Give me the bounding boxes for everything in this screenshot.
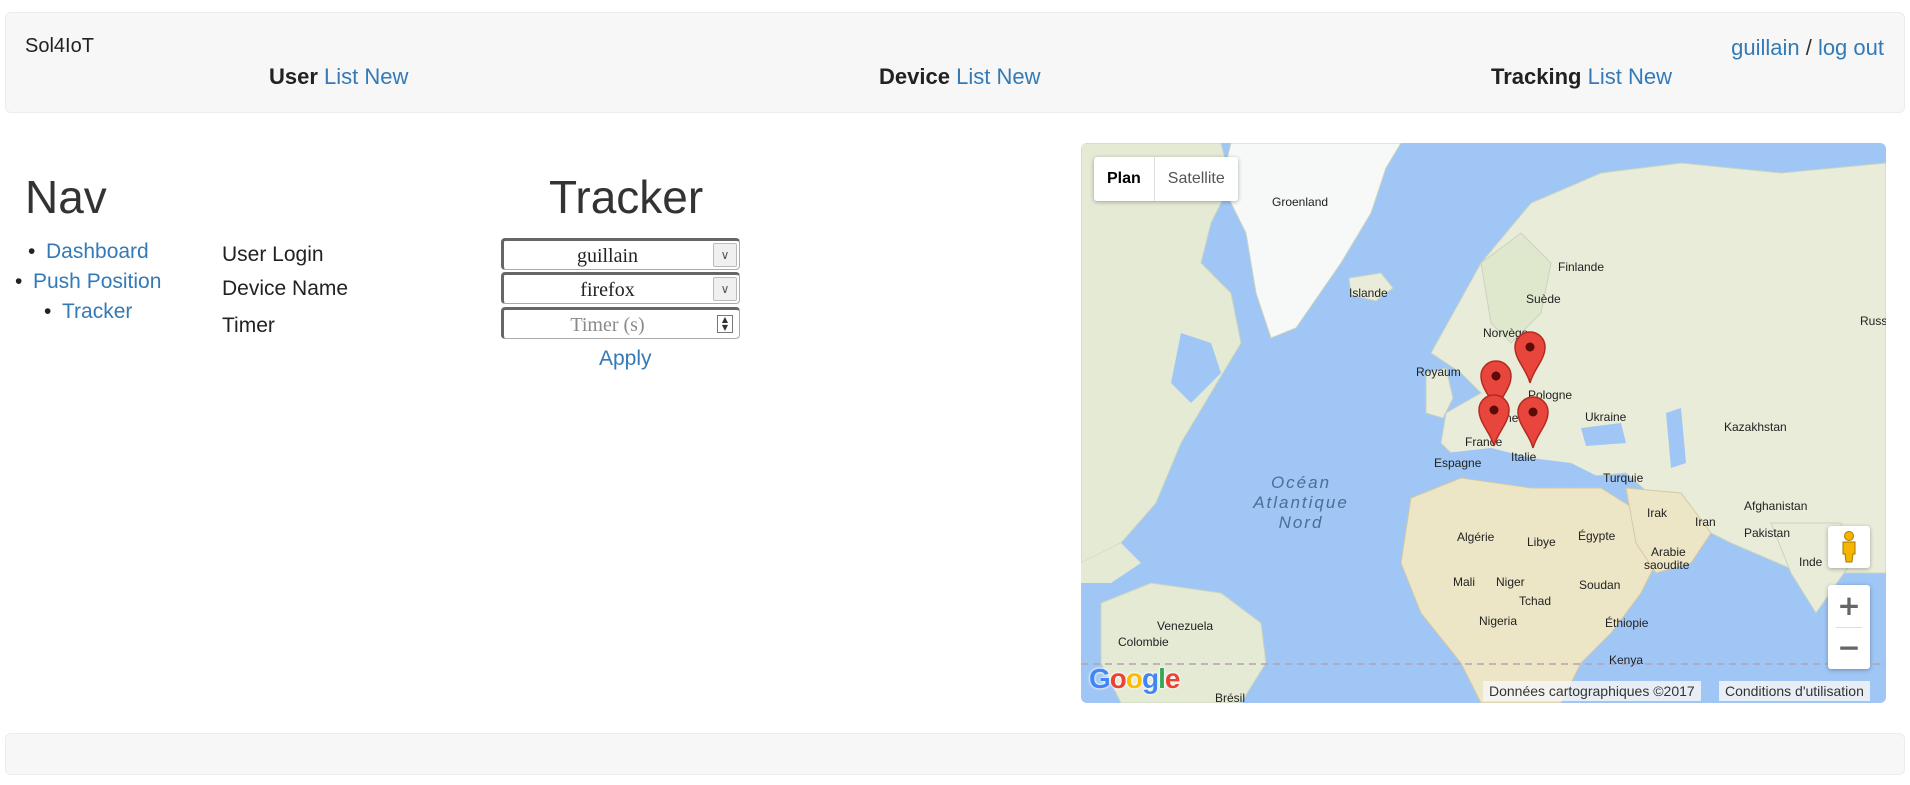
map-label-kenya: Kenya bbox=[1609, 653, 1644, 667]
map-label-russ: Russ bbox=[1860, 314, 1886, 328]
nav-link-dashboard[interactable]: Dashboard bbox=[46, 240, 149, 263]
tracker-heading: Tracker bbox=[549, 171, 704, 223]
chevron-down-icon[interactable]: ∨ bbox=[713, 277, 737, 301]
map-label-saoudite: saoudite bbox=[1644, 558, 1690, 572]
zoom-in-button[interactable]: + bbox=[1828, 585, 1870, 627]
map-label-ocean-1: Océan bbox=[1270, 473, 1332, 492]
map-marker-icon[interactable] bbox=[1516, 395, 1550, 449]
user-login-label: User Login bbox=[222, 243, 324, 266]
logo-letter: o bbox=[1125, 663, 1143, 694]
nav-group-device-title: Device bbox=[879, 64, 950, 89]
map-marker-icon[interactable] bbox=[1513, 330, 1547, 384]
map-label-bresil: Brésil bbox=[1215, 691, 1246, 703]
map-label-soudan: Soudan bbox=[1579, 578, 1621, 592]
logo-letter: g bbox=[1142, 663, 1159, 694]
apply-button[interactable]: Apply bbox=[599, 347, 652, 371]
map-label-italie: Italie bbox=[1511, 450, 1537, 464]
nav-item-push-position: Push Position bbox=[15, 270, 161, 294]
timer-label: Timer bbox=[222, 314, 275, 337]
map-label-libye: Libye bbox=[1527, 535, 1556, 549]
nav-heading: Nav bbox=[25, 171, 107, 223]
device-name-value: firefox bbox=[580, 279, 635, 301]
timer-input[interactable]: Timer (s) ▲ ▼ bbox=[501, 307, 740, 339]
nav-group-tracking-title: Tracking bbox=[1491, 64, 1582, 89]
username-link[interactable]: guillain bbox=[1731, 35, 1800, 60]
nav-group-user-title: User bbox=[269, 64, 318, 89]
user-login-value: guillain bbox=[576, 245, 639, 267]
zoom-out-button[interactable]: − bbox=[1828, 627, 1870, 669]
map-label-nigeria: Nigeria bbox=[1479, 614, 1518, 628]
map-label-pakistan: Pakistan bbox=[1744, 526, 1791, 540]
tracking-list-link[interactable]: List bbox=[1588, 64, 1622, 89]
tracking-new-link[interactable]: New bbox=[1628, 64, 1672, 89]
map-label-venezuela: Venezuela bbox=[1157, 619, 1214, 633]
map-attribution: Données cartographiques ©2017 bbox=[1483, 681, 1701, 701]
zoom-control: + − bbox=[1828, 585, 1870, 669]
map-label-mali: Mali bbox=[1453, 575, 1476, 589]
nav-item-tracker: Tracker bbox=[44, 300, 133, 324]
map-label-inde: Inde bbox=[1799, 555, 1823, 569]
logout-link[interactable]: log out bbox=[1818, 35, 1884, 60]
user-login-select[interactable]: guillain ∨ bbox=[501, 238, 740, 270]
logo-letter: e bbox=[1164, 663, 1181, 694]
map-terms-link[interactable]: Conditions d'utilisation bbox=[1719, 681, 1870, 701]
device-name-select[interactable]: firefox ∨ bbox=[501, 272, 740, 304]
user-separator: / bbox=[1799, 35, 1818, 60]
map-type-plan-button[interactable]: Plan bbox=[1094, 157, 1155, 201]
user-new-link[interactable]: New bbox=[364, 64, 408, 89]
map-label-ukraine: Ukraine bbox=[1585, 410, 1627, 424]
map-label-royaume: Royaum bbox=[1416, 365, 1461, 379]
google-logo: Google bbox=[1089, 663, 1181, 695]
map-label-tchad: Tchad bbox=[1519, 594, 1552, 608]
device-list-link[interactable]: List bbox=[956, 64, 990, 89]
map-label-ocean-3: Nord bbox=[1278, 513, 1324, 532]
map-label-niger: Niger bbox=[1496, 575, 1525, 589]
map-label-suede: Suède bbox=[1526, 292, 1561, 306]
map-label-algerie: Algérie bbox=[1457, 530, 1495, 544]
map-label-finlande: Finlande bbox=[1558, 260, 1605, 274]
map-label-espagne: Espagne bbox=[1434, 456, 1482, 470]
chevron-down-icon[interactable]: ∨ bbox=[713, 243, 737, 267]
map-type-control: Plan Satellite bbox=[1094, 157, 1238, 201]
map-label-kazakhstan: Kazakhstan bbox=[1724, 420, 1787, 434]
logo-letter: G bbox=[1089, 663, 1111, 694]
brand-label: Sol4IoT bbox=[25, 35, 94, 57]
nav-link-push-position[interactable]: Push Position bbox=[33, 270, 161, 293]
map-label-arabie: Arabie bbox=[1651, 545, 1686, 559]
map-label-groenland: Groenland bbox=[1272, 195, 1329, 209]
map-marker-icon[interactable] bbox=[1477, 393, 1511, 447]
nav-group-device: Device List New bbox=[879, 64, 1040, 90]
device-name-label: Device Name bbox=[222, 277, 349, 300]
user-area: guillain / log out bbox=[1731, 35, 1884, 61]
map-label-ocean-2: Atlantique bbox=[1253, 493, 1349, 512]
map-label-turquie: Turquie bbox=[1603, 471, 1644, 485]
map-label-ocean: Océan Atlantique Nord bbox=[1241, 473, 1361, 533]
map-view[interactable]: Groenland Islande Finlande Suède Norvège… bbox=[1081, 143, 1886, 703]
timer-placeholder: Timer (s) bbox=[570, 314, 645, 336]
street-view-pegman-icon[interactable] bbox=[1828, 526, 1870, 568]
map-label-ethiopie: Éthiopie bbox=[1605, 616, 1649, 630]
nav-item-dashboard: Dashboard bbox=[28, 240, 149, 264]
device-new-link[interactable]: New bbox=[996, 64, 1040, 89]
nav-group-tracking: Tracking List New bbox=[1491, 64, 1672, 90]
zoom-divider bbox=[1836, 627, 1862, 628]
map-type-satellite-button[interactable]: Satellite bbox=[1155, 157, 1238, 201]
map-label-irak: Irak bbox=[1647, 506, 1668, 520]
spinner-arrows-icon[interactable]: ▲ ▼ bbox=[717, 315, 733, 333]
map-label-egypte: Égypte bbox=[1578, 529, 1616, 543]
user-list-link[interactable]: List bbox=[324, 64, 358, 89]
page-footer bbox=[5, 733, 1905, 775]
top-navbar: Sol4IoT User List New Device List New Tr… bbox=[5, 12, 1905, 113]
map-label-afghanistan: Afghanistan bbox=[1744, 499, 1808, 513]
logo-letter: o bbox=[1109, 663, 1127, 694]
map-label-islande: Islande bbox=[1349, 286, 1388, 300]
nav-link-tracker[interactable]: Tracker bbox=[62, 300, 132, 323]
nav-group-user: User List New bbox=[269, 64, 408, 90]
map-label-colombie: Colombie bbox=[1118, 635, 1169, 649]
logo-letter: l bbox=[1158, 663, 1166, 694]
map-label-iran: Iran bbox=[1695, 515, 1716, 529]
